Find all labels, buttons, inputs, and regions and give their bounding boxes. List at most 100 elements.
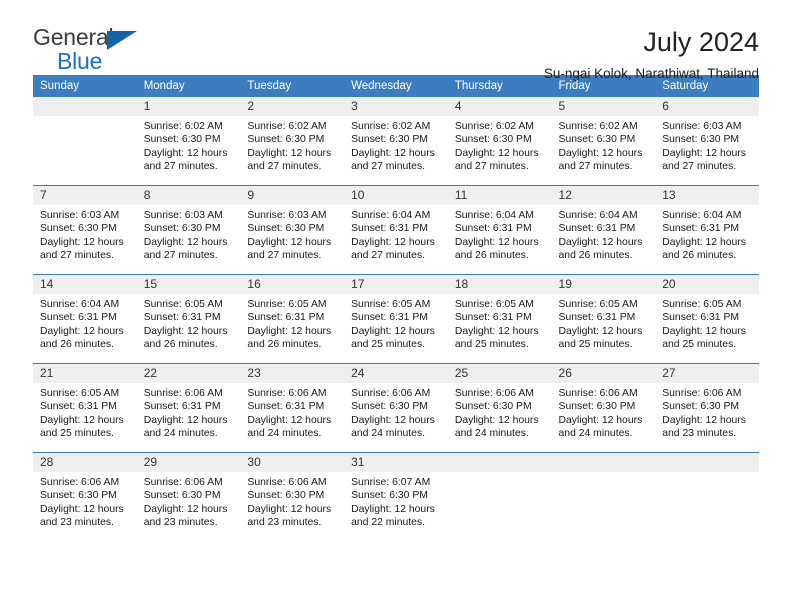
day-daylight-2-text: and 27 minutes. (662, 161, 737, 173)
day-daylight-2-text: and 27 minutes. (351, 161, 426, 173)
day-daylight-2-text: and 23 minutes. (143, 517, 218, 529)
calendar-day-cell[interactable] (551, 452, 656, 541)
calendar-day-cell[interactable] (655, 452, 759, 541)
day-daylight-1-text: Daylight: 12 hours (247, 325, 332, 337)
day-details: Sunrise: 6:05 AM Sunset: 6:31 PM Daylight:… (33, 383, 137, 441)
calendar-day-cell[interactable]: 1 Sunrise: 6:02 AM Sunset: 6:30 PM Daylight… (136, 97, 241, 186)
day-sunrise-text: Sunrise: 6:06 AM (351, 388, 431, 399)
calendar-day-cell[interactable]: 18 Sunrise: 6:05 AM Sunset: 6:31 PM Dayligh… (447, 274, 552, 364)
calendar-day-cell[interactable]: 10 Sunrise: 6:04 AM Sunset: 6:31 PM Dayligh… (344, 185, 448, 275)
day-daylight-2-text: and 23 minutes. (40, 517, 114, 529)
day-daylight-2-text: and 25 minutes. (558, 339, 633, 351)
day-number: 26 (551, 364, 656, 383)
calendar-day-cell[interactable]: 13 Sunrise: 6:04 AM Sunset: 6:31 PM Dayligh… (655, 185, 759, 275)
day-daylight-1-text: Daylight: 12 hours (558, 414, 643, 426)
day-sunrise-text: Sunrise: 6:03 AM (143, 210, 223, 221)
day-daylight-2-text: and 24 minutes. (558, 428, 633, 440)
weekday-header-thursday: Thursday (447, 75, 552, 97)
day-details: Sunrise: 6:02 AM Sunset: 6:30 PM Daylight:… (137, 116, 241, 174)
day-daylight-1-text: Daylight: 12 hours (247, 147, 332, 159)
day-details: Sunrise: 6:04 AM Sunset: 6:31 PM Daylight:… (448, 205, 552, 263)
calendar-day-cell[interactable] (447, 452, 552, 541)
calendar-day-cell[interactable]: 12 Sunrise: 6:04 AM Sunset: 6:31 PM Dayligh… (551, 185, 656, 275)
calendar-day-cell[interactable] (33, 97, 137, 186)
day-daylight-1-text: Daylight: 12 hours (40, 325, 124, 337)
day-details: Sunrise: 6:06 AM Sunset: 6:31 PM Daylight:… (240, 383, 344, 441)
day-details: Sunrise: 6:06 AM Sunset: 6:30 PM Daylight:… (448, 383, 552, 441)
calendar-day-cell[interactable]: 11 Sunrise: 6:04 AM Sunset: 6:31 PM Dayligh… (447, 185, 552, 275)
title-block: July 2024 Su-ngai Kolok, Narathiwat, Tha… (544, 26, 759, 82)
day-daylight-2-text: and 27 minutes. (40, 250, 114, 262)
day-details: Sunrise: 6:03 AM Sunset: 6:30 PM Daylight:… (240, 205, 344, 263)
calendar-day-cell[interactable]: 8 Sunrise: 6:03 AM Sunset: 6:30 PM Daylight… (136, 185, 241, 275)
day-sunset-text: Sunset: 6:31 PM (40, 401, 117, 413)
day-number (447, 453, 552, 472)
day-details: Sunrise: 6:04 AM Sunset: 6:31 PM Daylight:… (33, 294, 137, 352)
calendar-day-cell[interactable]: 15 Sunrise: 6:05 AM Sunset: 6:31 PM Dayligh… (136, 274, 241, 364)
day-sunrise-text: Sunrise: 6:06 AM (247, 477, 327, 488)
calendar-day-cell[interactable]: 27 Sunrise: 6:06 AM Sunset: 6:30 PM Dayligh… (655, 363, 759, 453)
calendar-day-cell[interactable]: 22 Sunrise: 6:06 AM Sunset: 6:31 PM Dayligh… (136, 363, 241, 453)
calendar-day-cell[interactable]: 17 Sunrise: 6:05 AM Sunset: 6:31 PM Dayligh… (344, 274, 448, 364)
day-number: 10 (344, 186, 448, 205)
blue-triangle-icon (107, 31, 137, 50)
day-number: 1 (136, 97, 241, 116)
day-details: Sunrise: 6:06 AM Sunset: 6:30 PM Daylight:… (137, 472, 241, 530)
calendar-day-cell[interactable]: 14 Sunrise: 6:04 AM Sunset: 6:31 PM Dayligh… (33, 274, 137, 364)
day-number: 11 (447, 186, 552, 205)
day-sunrise-text: Sunrise: 6:06 AM (454, 388, 534, 399)
day-number: 13 (655, 186, 759, 205)
calendar-week-row: 1 Sunrise: 6:02 AM Sunset: 6:30 PM Daylight… (33, 97, 759, 186)
calendar-day-cell[interactable]: 3 Sunrise: 6:02 AM Sunset: 6:30 PM Daylight… (344, 97, 448, 186)
calendar-day-cell[interactable]: 25 Sunrise: 6:06 AM Sunset: 6:30 PM Dayligh… (447, 363, 552, 453)
page-title: July 2024 (643, 27, 759, 57)
calendar-day-cell[interactable]: 31 Sunrise: 6:07 AM Sunset: 6:30 PM Dayligh… (344, 452, 448, 541)
day-details: Sunrise: 6:05 AM Sunset: 6:31 PM Daylight:… (552, 294, 656, 352)
day-sunrise-text: Sunrise: 6:06 AM (143, 477, 223, 488)
day-sunrise-text: Sunrise: 6:06 AM (662, 388, 742, 399)
day-sunset-text: Sunset: 6:31 PM (40, 312, 117, 324)
day-daylight-2-text: and 27 minutes. (558, 161, 633, 173)
calendar-day-cell[interactable]: 19 Sunrise: 6:05 AM Sunset: 6:31 PM Dayligh… (551, 274, 656, 364)
day-daylight-2-text: and 24 minutes. (143, 428, 218, 440)
general-blue-logo[interactable]: General Blue (33, 26, 163, 74)
calendar-day-cell[interactable]: 20 Sunrise: 6:05 AM Sunset: 6:31 PM Dayligh… (655, 274, 759, 364)
day-sunrise-text: Sunrise: 6:04 AM (662, 210, 742, 221)
calendar-day-cell[interactable]: 28 Sunrise: 6:06 AM Sunset: 6:30 PM Dayligh… (33, 452, 137, 541)
day-sunrise-text: Sunrise: 6:07 AM (351, 477, 431, 488)
calendar-day-cell[interactable]: 29 Sunrise: 6:06 AM Sunset: 6:30 PM Dayligh… (136, 452, 241, 541)
calendar-day-cell[interactable]: 4 Sunrise: 6:02 AM Sunset: 6:30 PM Daylight… (447, 97, 552, 186)
day-details: Sunrise: 6:03 AM Sunset: 6:30 PM Daylight:… (137, 205, 241, 263)
day-details: Sunrise: 6:04 AM Sunset: 6:31 PM Daylight:… (655, 205, 759, 263)
page-header: General Blue July 2024 Su-ngai Kolok, Na… (33, 0, 759, 82)
calendar-day-cell[interactable]: 16 Sunrise: 6:05 AM Sunset: 6:31 PM Dayligh… (240, 274, 345, 364)
day-sunrise-text: Sunrise: 6:06 AM (143, 388, 223, 399)
day-number: 20 (655, 275, 759, 294)
calendar-day-cell[interactable]: 9 Sunrise: 6:03 AM Sunset: 6:30 PM Daylight… (240, 185, 345, 275)
day-sunrise-text: Sunrise: 6:04 AM (40, 299, 120, 310)
day-daylight-2-text: and 26 minutes. (662, 250, 737, 262)
day-sunset-text: Sunset: 6:31 PM (662, 223, 740, 235)
day-daylight-1-text: Daylight: 12 hours (351, 147, 435, 159)
day-sunrise-text: Sunrise: 6:03 AM (40, 210, 120, 221)
day-details: Sunrise: 6:02 AM Sunset: 6:30 PM Daylight:… (344, 116, 448, 174)
calendar-day-cell[interactable]: 21 Sunrise: 6:05 AM Sunset: 6:31 PM Dayligh… (33, 363, 137, 453)
calendar-day-cell[interactable]: 23 Sunrise: 6:06 AM Sunset: 6:31 PM Dayligh… (240, 363, 345, 453)
day-daylight-2-text: and 27 minutes. (247, 250, 322, 262)
day-sunrise-text: Sunrise: 6:03 AM (247, 210, 327, 221)
calendar-day-cell[interactable]: 7 Sunrise: 6:03 AM Sunset: 6:30 PM Daylight… (33, 185, 137, 275)
day-number: 17 (344, 275, 448, 294)
day-details: Sunrise: 6:06 AM Sunset: 6:30 PM Daylight:… (552, 383, 656, 441)
day-daylight-1-text: Daylight: 12 hours (143, 325, 228, 337)
calendar-day-cell[interactable]: 24 Sunrise: 6:06 AM Sunset: 6:30 PM Dayligh… (344, 363, 448, 453)
calendar-day-cell[interactable]: 30 Sunrise: 6:06 AM Sunset: 6:30 PM Dayligh… (240, 452, 345, 541)
day-number (551, 453, 656, 472)
calendar-day-cell[interactable]: 2 Sunrise: 6:02 AM Sunset: 6:30 PM Daylight… (240, 97, 345, 186)
calendar-day-cell[interactable]: 26 Sunrise: 6:06 AM Sunset: 6:30 PM Dayligh… (551, 363, 656, 453)
day-daylight-1-text: Daylight: 12 hours (247, 236, 332, 248)
day-number: 15 (136, 275, 241, 294)
day-details: Sunrise: 6:06 AM Sunset: 6:30 PM Daylight:… (240, 472, 344, 530)
day-number: 24 (344, 364, 448, 383)
calendar-day-cell[interactable]: 6 Sunrise: 6:03 AM Sunset: 6:30 PM Daylight… (655, 97, 759, 186)
calendar-day-cell[interactable]: 5 Sunrise: 6:02 AM Sunset: 6:30 PM Daylight… (551, 97, 656, 186)
